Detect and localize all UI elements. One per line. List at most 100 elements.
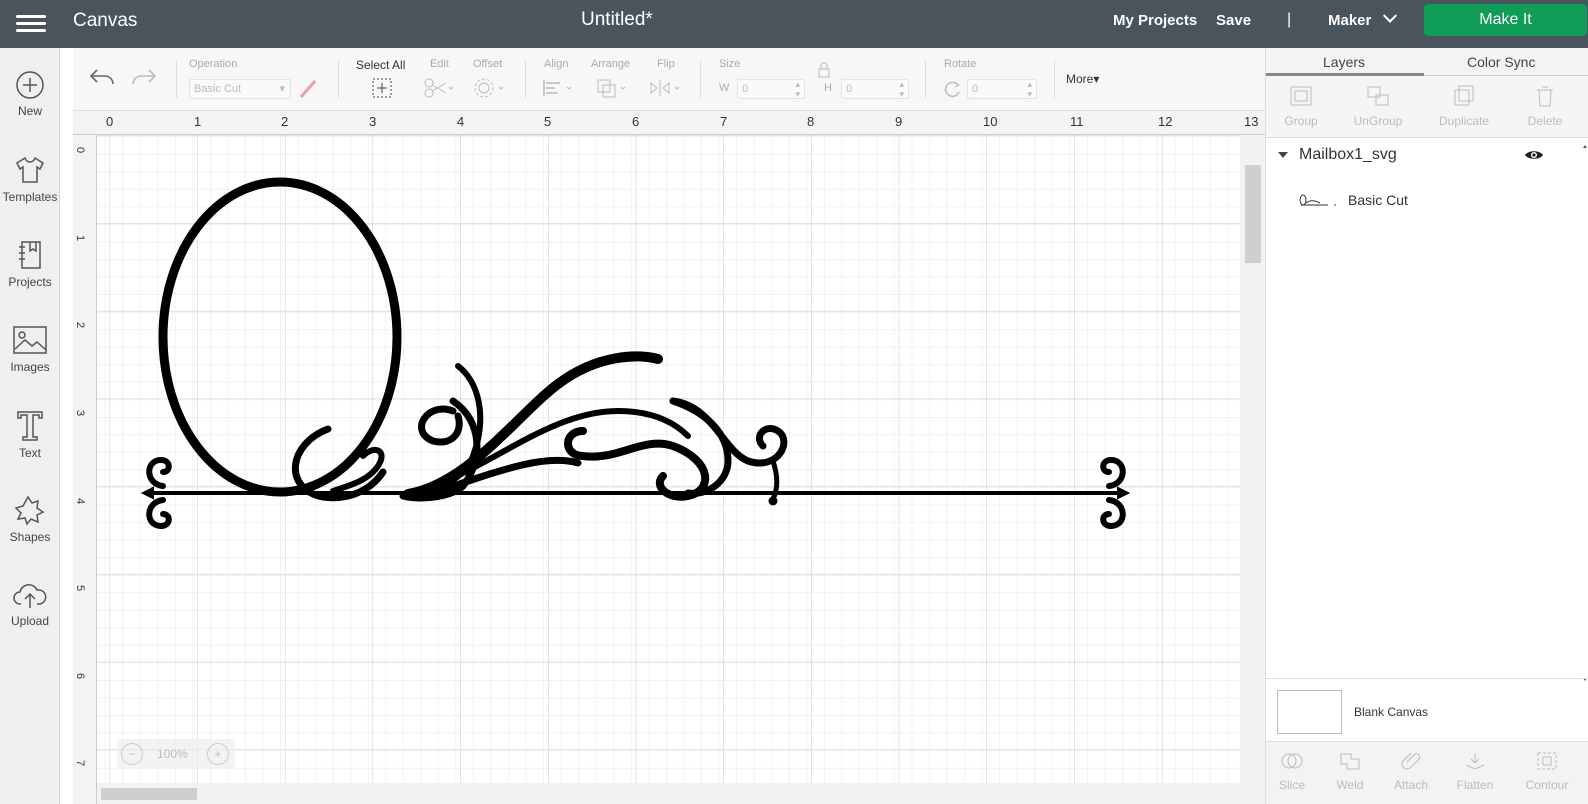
document-title[interactable]: Untitled* — [581, 9, 653, 31]
height-input[interactable]: 0 ▴ ▾ — [841, 79, 909, 99]
delete-label: Delete — [1527, 114, 1563, 128]
weld-label: Weld — [1336, 778, 1364, 792]
weld-button[interactable]: Weld — [1320, 750, 1380, 792]
make-it-button[interactable]: Make It — [1424, 4, 1587, 36]
scrollbar-thumb[interactable] — [1245, 165, 1261, 263]
offset-icon[interactable] — [473, 77, 505, 99]
sidebar-item-new[interactable]: New — [0, 70, 60, 118]
mailbox-design[interactable] — [73, 111, 1240, 783]
my-projects-link[interactable]: My Projects — [1113, 12, 1197, 29]
stepper-icon: ▴ ▾ — [899, 79, 904, 99]
app-title: Canvas — [73, 10, 138, 31]
zoom-control: − 100% + — [117, 739, 235, 769]
rotate-label: Rotate — [944, 58, 977, 70]
sidebar-label: Templates — [2, 190, 58, 204]
sidebar-item-text[interactable]: Text — [0, 408, 60, 460]
group-button[interactable]: Group — [1266, 84, 1336, 128]
ruler-tick: 0 — [106, 114, 114, 129]
attach-button[interactable]: Attach — [1381, 750, 1441, 792]
pen-color-icon[interactable] — [297, 77, 319, 101]
lock-icon[interactable] — [817, 62, 831, 78]
flatten-button[interactable]: Flatten — [1445, 750, 1505, 792]
sidebar-label: Text — [18, 446, 41, 460]
layer-group-row[interactable]: Mailbox1_svg — [1266, 144, 1588, 170]
rotate-icon — [944, 81, 960, 98]
scissors-icon[interactable] — [423, 77, 455, 99]
menu-icon[interactable] — [16, 11, 46, 37]
layer-row[interactable]: Basic Cut — [1266, 188, 1588, 214]
duplicate-button[interactable]: Duplicate — [1429, 84, 1499, 128]
ruler-tick: 2 — [281, 114, 289, 129]
zoom-out-button[interactable]: − — [121, 743, 143, 765]
ruler-tick: 13 — [1244, 114, 1259, 129]
duplicate-label: Duplicate — [1438, 114, 1490, 128]
height-label: H — [824, 82, 832, 94]
ruler-tick: 6 — [74, 672, 87, 680]
sidebar-label: Images — [10, 360, 50, 374]
caret-down-icon: ▾ — [1093, 72, 1100, 86]
rotate-input[interactable]: 0 ▴ ▾ — [967, 79, 1037, 99]
ruler-horizontal: 0 1 2 3 4 5 6 7 8 9 10 11 12 13 — [73, 111, 1265, 135]
sidebar-item-projects[interactable]: Projects — [0, 239, 60, 289]
ruler-tick: 3 — [74, 409, 87, 417]
panel-scrollbar[interactable] — [1580, 144, 1588, 684]
paperclip-icon — [1401, 752, 1421, 770]
duplicate-icon — [1454, 85, 1474, 106]
chevron-down-icon — [1383, 8, 1398, 23]
delete-button[interactable]: Delete — [1510, 84, 1580, 128]
operation-label: Operation — [189, 58, 238, 70]
caret-down-icon[interactable] — [1278, 152, 1288, 158]
design-canvas[interactable]: 0 1 2 3 4 5 6 7 8 9 10 11 12 13 0 1 2 3 … — [73, 111, 1265, 804]
undo-icon[interactable] — [89, 66, 117, 88]
ruler-tick: 2 — [74, 321, 87, 329]
redo-icon[interactable] — [129, 66, 157, 88]
tab-layers[interactable]: Layers — [1323, 54, 1365, 70]
width-label: W — [719, 82, 730, 94]
height-value: 0 — [846, 83, 853, 95]
scrollbar-thumb[interactable] — [101, 788, 197, 800]
arrange-icon[interactable] — [595, 77, 629, 99]
edit-toolbar: Operation Basic Cut ▾ Select All Edit Off… — [73, 48, 1265, 111]
width-input[interactable]: 0 ▴ ▾ — [737, 79, 805, 99]
sidebar-label: Projects — [8, 275, 52, 289]
select-all-icon[interactable] — [371, 77, 393, 99]
bottom-actions: Slice Weld Attach Flatten Contour — [1266, 741, 1588, 804]
weld-icon — [1340, 753, 1360, 770]
sidebar-item-templates[interactable]: Templates — [0, 154, 60, 204]
sidebar-item-shapes[interactable]: Shapes — [0, 494, 60, 544]
more-menu[interactable]: More▾ — [1066, 72, 1099, 86]
canvas-color-swatch[interactable] — [1277, 690, 1342, 734]
save-link[interactable]: Save — [1216, 12, 1251, 29]
contour-button[interactable]: Contour — [1517, 750, 1577, 792]
ruler-tick: 12 — [1158, 114, 1173, 129]
slice-icon — [1281, 753, 1303, 769]
stepper-icon: ▴ ▾ — [1027, 79, 1032, 99]
canvas-scrollbar-horizontal[interactable] — [97, 783, 1240, 804]
more-label: More — [1066, 72, 1094, 86]
operation-select[interactable]: Basic Cut ▾ — [189, 79, 291, 99]
contour-label: Contour — [1525, 778, 1569, 792]
ruler-tick: 8 — [807, 114, 815, 129]
flip-icon[interactable] — [647, 77, 683, 99]
eye-icon[interactable] — [1524, 148, 1544, 162]
text-icon — [17, 411, 43, 441]
image-icon — [13, 326, 47, 354]
ruler-tick: 1 — [74, 234, 87, 242]
zoom-in-button[interactable]: + — [207, 743, 229, 765]
tab-color-sync[interactable]: Color Sync — [1467, 54, 1535, 70]
sidebar-item-upload[interactable]: Upload — [0, 580, 60, 628]
group-icon — [1290, 86, 1312, 106]
attach-label: Attach — [1393, 778, 1429, 792]
sidebar-label: Upload — [10, 614, 50, 628]
canvas-scrollbar-vertical[interactable] — [1240, 135, 1265, 804]
sidebar-item-images[interactable]: Images — [0, 324, 60, 374]
ruler-tick: 7 — [74, 759, 87, 767]
zoom-level: 100% — [157, 747, 188, 761]
align-icon[interactable] — [541, 77, 575, 99]
blank-canvas-row: Blank Canvas — [1266, 678, 1588, 740]
plus-circle-icon — [16, 71, 44, 99]
ungroup-button[interactable]: UnGroup — [1343, 84, 1413, 128]
slice-button[interactable]: Slice — [1262, 750, 1322, 792]
size-label: Size — [719, 58, 741, 70]
machine-select[interactable]: Maker — [1328, 8, 1398, 29]
